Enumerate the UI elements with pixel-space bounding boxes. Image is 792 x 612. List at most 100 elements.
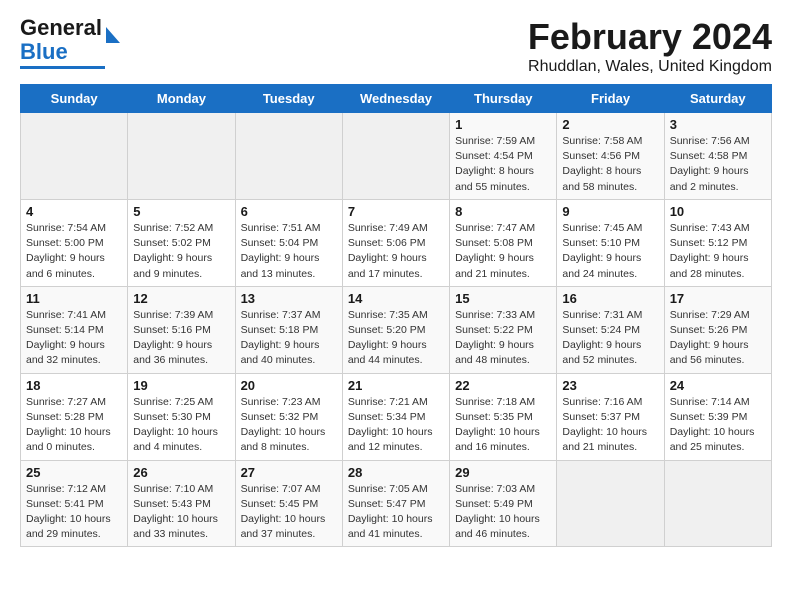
day-info: Sunrise: 7:12 AM Sunset: 5:41 PM Dayligh… [26, 482, 122, 543]
calendar-cell: 5Sunrise: 7:52 AM Sunset: 5:02 PM Daylig… [128, 199, 235, 286]
calendar-cell: 3 Sunrise: 7:56 AM Sunset: 4:58 PM Daylig… [664, 113, 771, 200]
day-info: Sunrise: 7:45 AM Sunset: 5:10 PM Dayligh… [562, 221, 658, 282]
calendar-cell: 7 Sunrise: 7:49 AM Sunset: 5:06 PM Daylig… [342, 199, 449, 286]
weekday-header-wednesday: Wednesday [342, 85, 449, 113]
day-info: Sunrise: 7:37 AM Sunset: 5:18 PM Dayligh… [241, 308, 337, 369]
day-number: 1 [455, 117, 551, 132]
main-title: February 2024 [528, 16, 772, 58]
day-info: Sunrise: 7:56 AM Sunset: 4:58 PM Dayligh… [670, 134, 766, 195]
calendar-cell: 15 Sunrise: 7:33 AM Sunset: 5:22 PM Dayli… [450, 286, 557, 373]
day-number: 18 [26, 378, 122, 393]
day-info: Sunrise: 7:35 AM Sunset: 5:20 PM Dayligh… [348, 308, 444, 369]
subtitle: Rhuddlan, Wales, United Kingdom [528, 58, 772, 76]
weekday-header-saturday: Saturday [664, 85, 771, 113]
day-number: 24 [670, 378, 766, 393]
calendar-cell: 24 Sunrise: 7:14 AM Sunset: 5:39 PM Dayli… [664, 373, 771, 460]
day-number: 8 [455, 204, 551, 219]
day-number: 6 [241, 204, 337, 219]
calendar-cell [557, 460, 664, 547]
day-number: 20 [241, 378, 337, 393]
day-info: Sunrise: 7:03 AM Sunset: 5:49 PM Dayligh… [455, 482, 551, 543]
day-info: Sunrise: 7:43 AM Sunset: 5:12 PM Dayligh… [670, 221, 766, 282]
calendar-cell: 9 Sunrise: 7:45 AM Sunset: 5:10 PM Daylig… [557, 199, 664, 286]
calendar-cell: 10Sunrise: 7:43 AM Sunset: 5:12 PM Dayli… [664, 199, 771, 286]
header: General Blue February 2024 Rhuddlan, Wal… [20, 16, 772, 76]
calendar-cell: 25 Sunrise: 7:12 AM Sunset: 5:41 PM Dayli… [21, 460, 128, 547]
day-info: Sunrise: 7:33 AM Sunset: 5:22 PM Dayligh… [455, 308, 551, 369]
day-number: 22 [455, 378, 551, 393]
calendar-cell: 2 Sunrise: 7:58 AM Sunset: 4:56 PM Daylig… [557, 113, 664, 200]
calendar-table: SundayMondayTuesdayWednesdayThursdayFrid… [20, 84, 772, 547]
day-number: 16 [562, 291, 658, 306]
weekday-header-friday: Friday [557, 85, 664, 113]
day-info: Sunrise: 7:41 AM Sunset: 5:14 PM Dayligh… [26, 308, 122, 369]
day-number: 7 [348, 204, 444, 219]
day-number: 19 [133, 378, 229, 393]
day-info: Sunrise: 7:49 AM Sunset: 5:06 PM Dayligh… [348, 221, 444, 282]
calendar-cell: 13 Sunrise: 7:37 AM Sunset: 5:18 PM Dayli… [235, 286, 342, 373]
calendar-cell: 27 Sunrise: 7:07 AM Sunset: 5:45 PM Dayli… [235, 460, 342, 547]
day-info: Sunrise: 7:58 AM Sunset: 4:56 PM Dayligh… [562, 134, 658, 195]
day-number: 28 [348, 465, 444, 480]
day-number: 9 [562, 204, 658, 219]
logo-line [20, 66, 105, 69]
day-number: 23 [562, 378, 658, 393]
day-number: 17 [670, 291, 766, 306]
day-info: Sunrise: 7:05 AM Sunset: 5:47 PM Dayligh… [348, 482, 444, 543]
day-info: Sunrise: 7:54 AM Sunset: 5:00 PM Dayligh… [26, 221, 122, 282]
day-number: 26 [133, 465, 229, 480]
day-info: Sunrise: 7:39 AM Sunset: 5:16 PM Dayligh… [133, 308, 229, 369]
calendar-cell [128, 113, 235, 200]
day-number: 21 [348, 378, 444, 393]
day-info: Sunrise: 7:07 AM Sunset: 5:45 PM Dayligh… [241, 482, 337, 543]
day-info: Sunrise: 7:59 AM Sunset: 4:54 PM Dayligh… [455, 134, 551, 195]
day-number: 13 [241, 291, 337, 306]
day-info: Sunrise: 7:31 AM Sunset: 5:24 PM Dayligh… [562, 308, 658, 369]
calendar-cell: 1 Sunrise: 7:59 AM Sunset: 4:54 PM Daylig… [450, 113, 557, 200]
day-info: Sunrise: 7:29 AM Sunset: 5:26 PM Dayligh… [670, 308, 766, 369]
calendar-cell: 16 Sunrise: 7:31 AM Sunset: 5:24 PM Dayli… [557, 286, 664, 373]
day-info: Sunrise: 7:27 AM Sunset: 5:28 PM Dayligh… [26, 395, 122, 456]
day-number: 27 [241, 465, 337, 480]
title-area: February 2024 Rhuddlan, Wales, United Ki… [528, 16, 772, 76]
logo-general: General [20, 15, 102, 40]
day-info: Sunrise: 7:51 AM Sunset: 5:04 PM Dayligh… [241, 221, 337, 282]
calendar-cell: 12 Sunrise: 7:39 AM Sunset: 5:16 PM Dayli… [128, 286, 235, 373]
day-number: 12 [133, 291, 229, 306]
calendar-cell: 19 Sunrise: 7:25 AM Sunset: 5:30 PM Dayli… [128, 373, 235, 460]
day-info: Sunrise: 7:10 AM Sunset: 5:43 PM Dayligh… [133, 482, 229, 543]
day-number: 5 [133, 204, 229, 219]
calendar-cell [235, 113, 342, 200]
calendar-cell: 17 Sunrise: 7:29 AM Sunset: 5:26 PM Dayli… [664, 286, 771, 373]
calendar-cell: 23 Sunrise: 7:16 AM Sunset: 5:37 PM Dayli… [557, 373, 664, 460]
calendar-cell: 8 Sunrise: 7:47 AM Sunset: 5:08 PM Daylig… [450, 199, 557, 286]
weekday-header-sunday: Sunday [21, 85, 128, 113]
calendar-cell [664, 460, 771, 547]
day-info: Sunrise: 7:14 AM Sunset: 5:39 PM Dayligh… [670, 395, 766, 456]
calendar-cell: 21 Sunrise: 7:21 AM Sunset: 5:34 PM Dayli… [342, 373, 449, 460]
day-info: Sunrise: 7:25 AM Sunset: 5:30 PM Dayligh… [133, 395, 229, 456]
weekday-header-tuesday: Tuesday [235, 85, 342, 113]
day-number: 2 [562, 117, 658, 132]
logo-blue: Blue [20, 39, 68, 64]
calendar-cell: 22 Sunrise: 7:18 AM Sunset: 5:35 PM Dayli… [450, 373, 557, 460]
calendar-cell [21, 113, 128, 200]
calendar-cell: 6 Sunrise: 7:51 AM Sunset: 5:04 PM Daylig… [235, 199, 342, 286]
logo: General Blue [20, 16, 120, 69]
day-number: 15 [455, 291, 551, 306]
day-info: Sunrise: 7:47 AM Sunset: 5:08 PM Dayligh… [455, 221, 551, 282]
day-number: 29 [455, 465, 551, 480]
day-number: 3 [670, 117, 766, 132]
day-info: Sunrise: 7:16 AM Sunset: 5:37 PM Dayligh… [562, 395, 658, 456]
calendar-cell: 26 Sunrise: 7:10 AM Sunset: 5:43 PM Dayli… [128, 460, 235, 547]
day-info: Sunrise: 7:18 AM Sunset: 5:35 PM Dayligh… [455, 395, 551, 456]
weekday-header-thursday: Thursday [450, 85, 557, 113]
day-number: 4 [26, 204, 122, 219]
calendar-cell: 18 Sunrise: 7:27 AM Sunset: 5:28 PM Dayli… [21, 373, 128, 460]
day-number: 11 [26, 291, 122, 306]
weekday-header-monday: Monday [128, 85, 235, 113]
calendar-cell: 28 Sunrise: 7:05 AM Sunset: 5:47 PM Dayli… [342, 460, 449, 547]
calendar-cell [342, 113, 449, 200]
day-info: Sunrise: 7:21 AM Sunset: 5:34 PM Dayligh… [348, 395, 444, 456]
day-number: 25 [26, 465, 122, 480]
